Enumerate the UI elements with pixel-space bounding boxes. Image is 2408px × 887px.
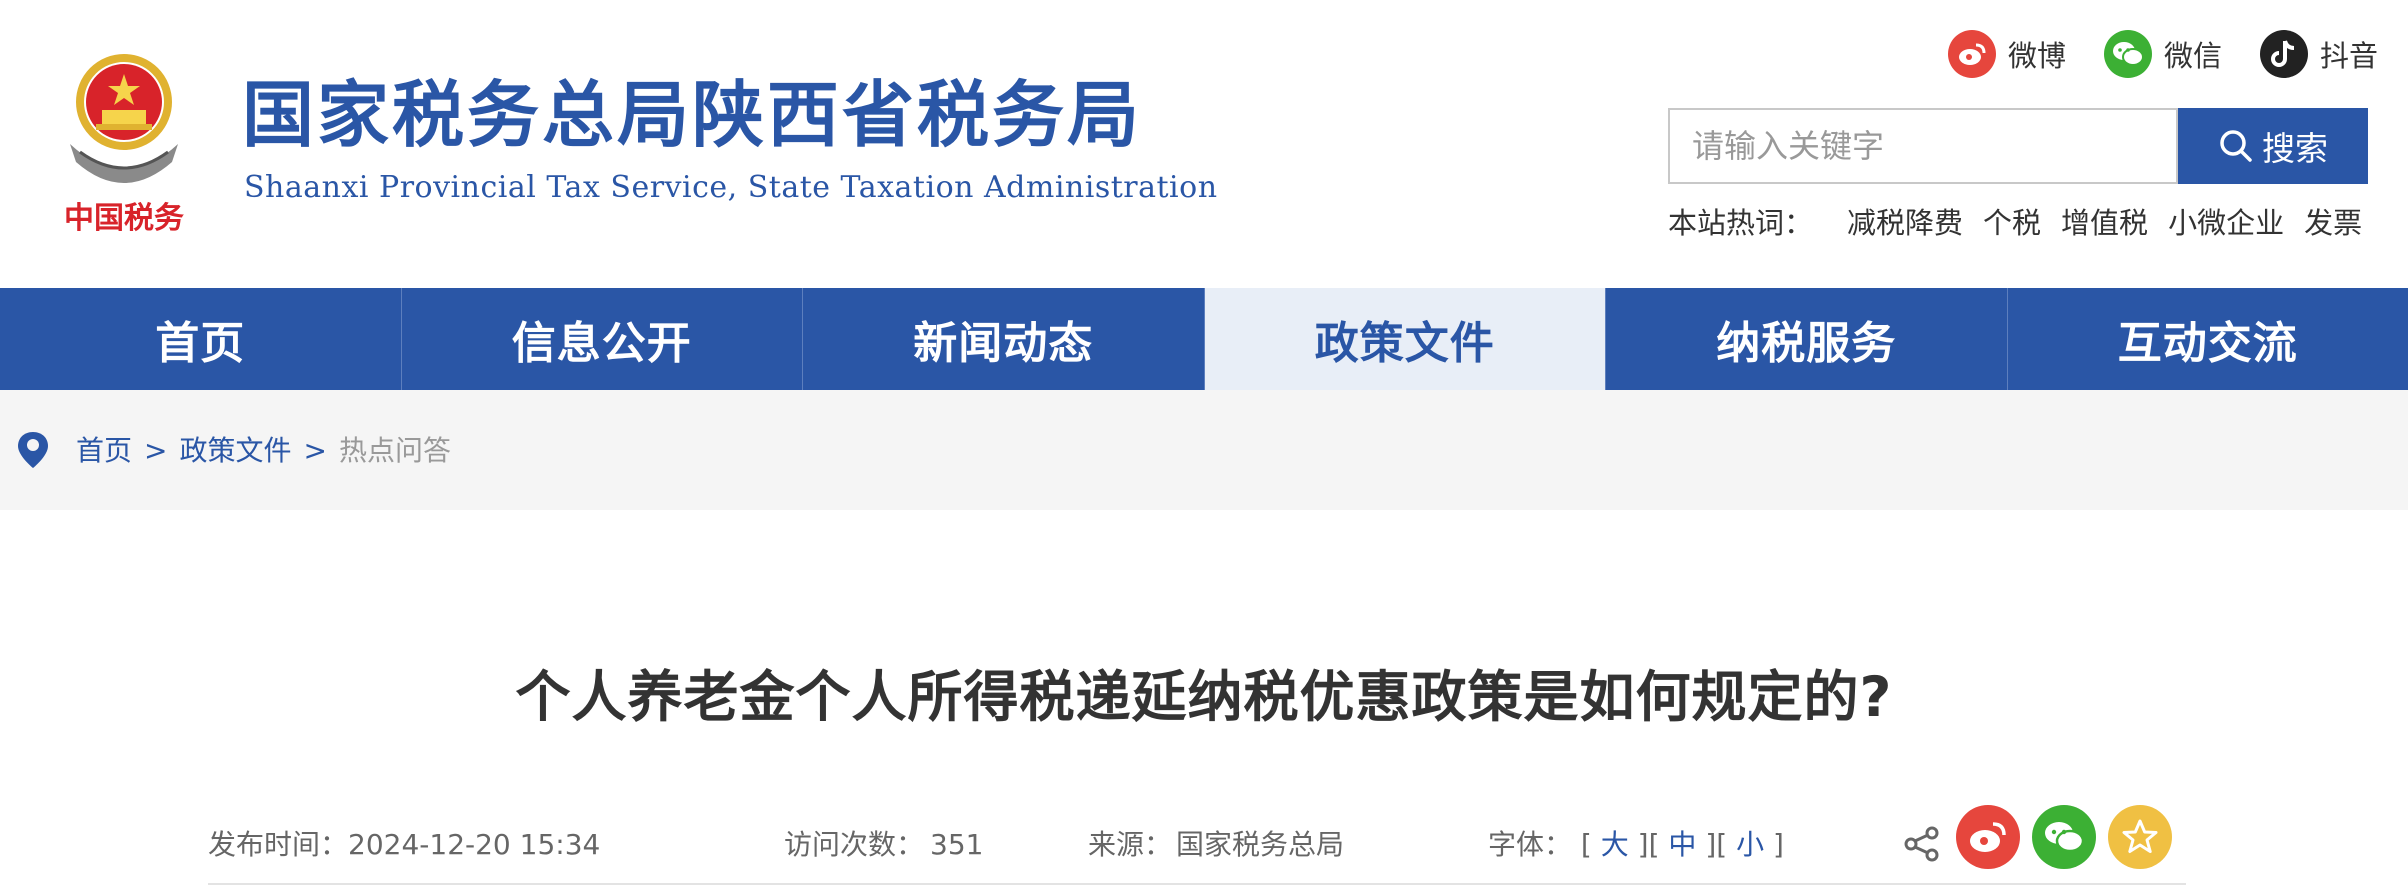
share-wechat-button[interactable] <box>2032 805 2096 869</box>
nav-item-tax-service[interactable]: 纳税服务 <box>1606 288 2008 390</box>
breadcrumb-separator: > <box>303 434 327 467</box>
hotword-link[interactable]: 发票 <box>2304 200 2362 242</box>
site-title: 国家税务总局陕西省税务局 <box>242 73 1143 157</box>
location-pin-icon <box>18 432 48 468</box>
nav-item-policy[interactable]: 政策文件 <box>1204 288 1606 390</box>
visit-count: 访问次数： 351 <box>784 825 983 865</box>
douyin-icon <box>2260 30 2308 78</box>
weibo-icon <box>1970 822 2006 852</box>
search-button[interactable]: 搜索 <box>2178 108 2368 184</box>
social-wechat-link[interactable]: 微信 <box>2104 28 2222 80</box>
search-icon <box>2220 130 2252 162</box>
font-size-small-button[interactable]: 小 <box>1736 828 1764 861</box>
source-label: 来源： <box>1088 828 1173 861</box>
social-douyin-label: 抖音 <box>2320 39 2379 73</box>
share-favorite-button[interactable] <box>2108 805 2172 869</box>
publish-time-value: 2024-12-20 15:34 <box>348 828 601 861</box>
share-weibo-button[interactable] <box>1956 805 2020 869</box>
wechat-icon <box>2045 822 2085 853</box>
publish-time-label: 发布时间： <box>208 828 349 861</box>
breadcrumb-section[interactable]: 政策文件 <box>179 433 291 469</box>
social-weibo-label: 微博 <box>2008 39 2067 73</box>
emblem-caption: 中国税务 <box>64 201 184 236</box>
social-douyin-link[interactable]: 抖音 <box>2260 28 2378 80</box>
article-title: 个人养老金个人所得税递延纳税优惠政策是如何规定的? <box>515 665 1893 729</box>
font-size-large-button[interactable]: 大 <box>1601 828 1629 861</box>
wechat-icon <box>2104 30 2152 78</box>
nav-item-info-disclosure[interactable]: 信息公开 <box>402 288 803 390</box>
hotword-link[interactable]: 增值税 <box>2061 200 2148 242</box>
weibo-icon <box>1948 30 1996 78</box>
breadcrumb-bar: 首页 > 政策文件 > 热点问答 <box>0 390 2408 510</box>
nav-item-interaction[interactable]: 互动交流 <box>2008 288 2408 390</box>
national-emblem-logo: 中国税务 <box>64 54 184 236</box>
hotwords-bar: 本站热词： 减税降费 个税 增值税 小微企业 发票 <box>1668 200 2382 242</box>
social-weibo-link[interactable]: 微博 <box>1948 28 2066 80</box>
nav-item-home[interactable]: 首页 <box>0 288 402 390</box>
breadcrumb-home[interactable]: 首页 <box>76 433 132 469</box>
font-size-control: 字体： [ 大 ][ 中 ][ 小 ] <box>1488 828 1784 861</box>
site-header: 中国税务 国家税务总局陕西省税务局 Shaanxi Provincial Tax… <box>0 0 2408 288</box>
font-size-medium-button[interactable]: 中 <box>1668 828 1696 861</box>
search-button-label: 搜索 <box>2262 129 2328 168</box>
search-field[interactable] <box>1668 108 2178 184</box>
nav-item-news[interactable]: 新闻动态 <box>803 288 1205 390</box>
share-icon <box>1904 826 1939 862</box>
breadcrumb-current: 热点问答 <box>338 434 451 467</box>
visit-count-label: 访问次数： <box>784 828 925 861</box>
social-wechat-label: 微信 <box>2164 39 2223 73</box>
favorite-icon <box>2122 819 2158 853</box>
breadcrumb: 首页 > 政策文件 > 热点问答 <box>76 433 451 469</box>
site-subtitle: Shaanxi Provincial Tax Service, State Ta… <box>244 170 1218 205</box>
hotword-link[interactable]: 小微企业 <box>2168 200 2284 242</box>
breadcrumb-separator: > <box>144 434 168 467</box>
hotword-link[interactable]: 减税降费 <box>1847 200 1963 242</box>
search-input[interactable] <box>1692 110 2176 182</box>
meta-divider <box>208 883 2186 885</box>
publish-time: 发布时间：2024-12-20 15:34 <box>208 825 600 865</box>
main-nav: 首页 信息公开 新闻动态 政策文件 纳税服务 互动交流 <box>0 288 2408 390</box>
visit-count-value: 351 <box>930 828 984 861</box>
article-source: 来源： 国家税务总局 <box>1088 825 1344 865</box>
hotword-link[interactable]: 个税 <box>1983 200 2041 242</box>
hotwords-label: 本站热词： <box>1668 206 1814 240</box>
source-value: 国家税务总局 <box>1176 828 1345 861</box>
font-size-label: 字体： <box>1488 828 1573 861</box>
